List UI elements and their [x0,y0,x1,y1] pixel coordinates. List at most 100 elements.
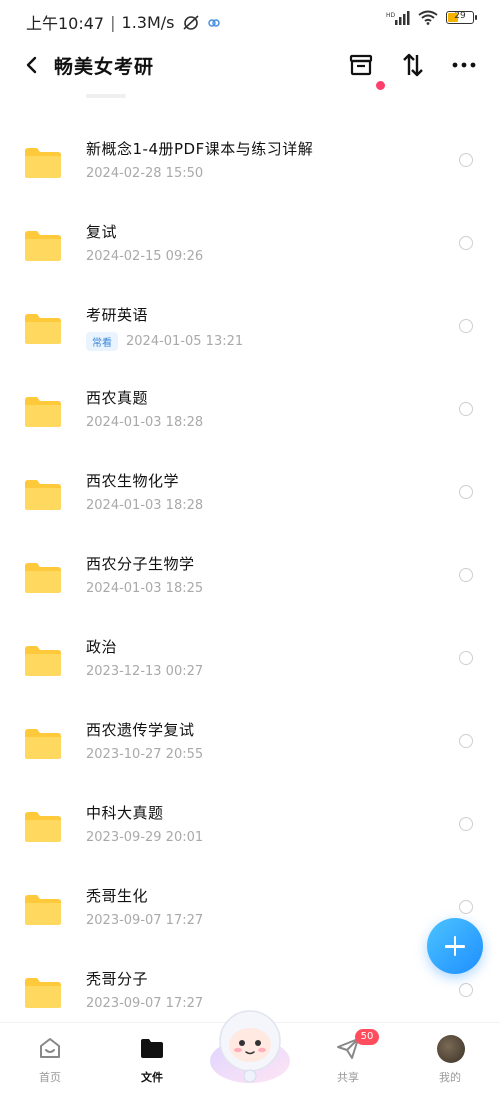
select-radio[interactable] [459,485,473,499]
file-meta: 2023-09-07 17:27 [86,996,203,1011]
file-name: 秃哥生化 [86,887,149,905]
more-dots-icon [452,62,476,68]
tab-mine-label: 我的 [439,1071,461,1084]
header: 畅美女考研 [0,40,500,90]
file-row[interactable]: 西农生物化学 2024-01-03 18:28 [0,458,500,541]
folder-icon [24,645,62,677]
status-time: 上午10:47 [26,14,105,33]
file-name: 政治 [86,638,118,656]
status-bar: 上午10:47 | 1.3M/s HD 29 [0,0,500,40]
file-name: 西农分子生物学 [86,555,195,573]
file-date: 2023-09-07 17:27 [86,996,204,1011]
folder-icon [24,562,62,594]
file-meta: 2023-09-07 17:27 [86,913,203,928]
mascot-astronaut-icon [210,1010,290,1083]
file-date: 2023-10-27 20:55 [86,747,204,762]
file-row[interactable]: 中科大真题 2023-09-29 20:01 [0,790,500,873]
signal-icon: HD [386,10,410,25]
chevron-left-icon [26,56,37,74]
tab-home-label: 首页 [39,1071,61,1084]
add-button[interactable] [427,918,483,974]
select-radio[interactable] [459,817,473,831]
select-radio[interactable] [459,153,473,167]
file-meta: 2024-01-03 18:25 [86,581,203,596]
select-radio[interactable] [459,651,473,665]
file-meta: 常看 2024-01-05 13:21 [86,332,243,351]
file-name: 西农生物化学 [86,472,180,490]
file-date: 2024-01-05 13:21 [126,334,244,349]
more-button[interactable] [449,50,479,80]
file-date: 2024-01-03 18:28 [86,415,204,430]
select-radio[interactable] [459,236,473,250]
archive-button[interactable] [346,50,376,80]
tab-share-label: 共享 [337,1071,359,1084]
battery-icon: 29 [446,11,477,24]
file-list[interactable]: 新概念1-4册PDF课本与练习详解 2024-02-28 15:50 复试 2024-… [0,88,500,1020]
file-row[interactable]: 政治 2023-12-13 00:27 [0,624,500,707]
tab-files[interactable]: 文件 [122,1035,182,1085]
select-radio[interactable] [459,983,473,997]
file-row[interactable]: 秃哥生化 2023-09-07 17:27 [0,873,500,956]
file-date: 2023-12-13 00:27 [86,664,204,679]
folder-icon [24,811,62,843]
page-title: 畅美女考研 [54,56,155,78]
frequent-badge: 常看 [86,332,118,351]
file-meta: 2023-12-13 00:27 [86,664,203,679]
file-meta: 2023-09-29 20:01 [86,830,203,845]
file-name: 复试 [86,223,118,241]
select-radio[interactable] [459,402,473,416]
file-name: 中科大真题 [86,804,164,822]
status-left: 上午10:47 | 1.3M/s [26,10,221,34]
folder-icon [24,479,62,511]
file-row[interactable]: 西农分子生物学 2024-01-03 18:25 [0,541,500,624]
file-row[interactable]: 复试 2024-02-15 09:26 [0,209,500,292]
status-divider: | [110,12,116,32]
folder-icon [24,313,62,345]
svg-text:HD: HD [386,12,396,19]
select-radio[interactable] [459,319,473,333]
battery-level: 29 [454,11,466,21]
file-name: 新概念1-4册PDF课本与练习详解 [86,140,314,158]
file-meta: 2024-01-03 18:28 [86,415,203,430]
select-radio[interactable] [459,734,473,748]
file-row[interactable]: 新概念1-4册PDF课本与练习详解 2024-02-28 15:50 [0,126,500,209]
file-row[interactable]: 西农遗传学复试 2023-10-27 20:55 [0,707,500,790]
folder-icon [24,728,62,760]
file-row[interactable]: 西农真题 2024-01-03 18:28 [0,375,500,458]
file-date: 2024-02-28 15:50 [86,166,204,181]
select-radio[interactable] [459,900,473,914]
sort-arrows-icon [403,53,423,77]
mute-alarm-icon [182,15,199,30]
folder-icon [24,894,62,926]
file-date: 2024-02-15 09:26 [86,249,204,264]
sort-button[interactable] [398,50,428,80]
file-meta: 2024-01-03 18:28 [86,498,203,513]
file-meta: 2023-10-27 20:55 [86,747,203,762]
back-button[interactable] [18,50,48,80]
folder-icon [24,147,62,179]
select-radio[interactable] [459,568,473,582]
mascot-button[interactable] [207,1003,293,1089]
file-name: 西农遗传学复试 [86,721,195,739]
tab-mine[interactable]: 我的 [420,1035,480,1085]
file-row[interactable]: 考研英语常看 2024-01-05 13:21 [0,292,500,375]
file-date: 2024-01-03 18:25 [86,581,204,596]
archive-box-icon [349,54,373,76]
file-date: 2023-09-07 17:27 [86,913,204,928]
share-count-badge: 50 [355,1029,379,1045]
status-right: HD 29 [386,10,477,25]
folder-icon [24,396,62,428]
cloud-sync-icon [207,19,220,27]
tab-home[interactable]: 首页 [20,1035,80,1085]
file-date: 2024-01-03 18:28 [86,498,204,513]
file-meta: 2024-02-28 15:50 [86,166,203,181]
avatar [437,1035,465,1063]
bottom-tab-bar: 首页 文件 共享 50 我的 [0,1010,500,1098]
network-speed: 1.3M/s [121,12,175,32]
file-name: 考研英语 [86,306,149,324]
scroll-hint [86,94,126,98]
tab-mine-icon-wrap [437,1035,465,1063]
folder-icon [24,977,62,1009]
file-meta: 2024-02-15 09:26 [86,249,203,264]
file-name: 秃哥分子 [86,970,149,988]
